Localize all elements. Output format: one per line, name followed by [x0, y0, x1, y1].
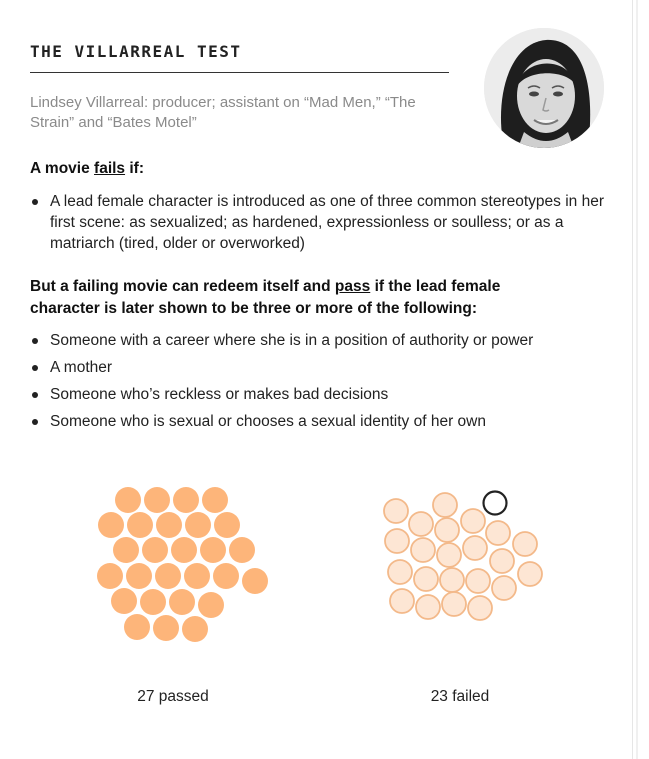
failed-dot: [465, 568, 491, 594]
failed-dot: [485, 520, 511, 546]
failed-dot: [441, 591, 467, 617]
subtitle: Lindsey Villarreal: producer; assistant …: [30, 94, 416, 131]
passed-dot: [169, 589, 195, 615]
passed-dot: [142, 537, 168, 563]
failed-dot-highlighted: [482, 490, 508, 516]
failed-dot: [408, 511, 434, 537]
pass-criteria-list: Someone with a career where she is in a …: [30, 330, 610, 432]
failed-dot: [384, 528, 410, 554]
passed-dot: [124, 614, 150, 640]
passed-dot: [184, 563, 210, 589]
list-item: Someone with a career where she is in a …: [30, 330, 610, 351]
failed-dot: [439, 567, 465, 593]
passed-dot: [156, 512, 182, 538]
portrait-photo: [484, 28, 604, 148]
page-edge-shadow: [636, 0, 638, 759]
failed-dot: [410, 537, 436, 563]
passed-dot: [111, 588, 137, 614]
list-item: A mother: [30, 357, 610, 378]
failed-dot: [460, 508, 486, 534]
pass-heading-prefix: But a failing movie can redeem itself an…: [30, 278, 335, 295]
failed-dot: [389, 588, 415, 614]
passed-dot: [198, 592, 224, 618]
failed-dot: [489, 548, 515, 574]
failed-dot: [462, 535, 488, 561]
passed-dot: [185, 512, 211, 538]
failed-cluster: [383, 490, 543, 621]
failed-dot: [383, 498, 409, 524]
passed-caption: 27 passed: [137, 688, 209, 705]
title-underline: [30, 72, 449, 73]
passed-dot: [97, 563, 123, 589]
passed-dot: [173, 487, 199, 513]
passed-dot: [113, 537, 139, 563]
passed-dot: [171, 537, 197, 563]
fail-criteria-list: A lead female character is introduced as…: [30, 191, 610, 254]
list-item: Someone who’s reckless or makes bad deci…: [30, 384, 610, 405]
passed-dot: [98, 512, 124, 538]
fails-heading-suffix: if:: [125, 160, 144, 177]
failed-caption: 23 failed: [430, 688, 490, 705]
failed-dot: [517, 561, 543, 587]
fails-heading-prefix: A movie: [30, 160, 95, 177]
failed-dot: [432, 492, 458, 518]
pass-keyword: pass: [334, 278, 371, 295]
passed-dot: [115, 487, 141, 513]
fails-heading: A movie fails if:: [30, 158, 144, 180]
failed-dot: [387, 559, 413, 585]
list-item: Someone who is sexual or chooses a sexua…: [30, 411, 610, 432]
page: THE VILLARREAL TEST Lindsey Villarreal: …: [0, 0, 649, 759]
passed-cluster: [97, 487, 268, 642]
passed-dot: [140, 589, 166, 615]
passed-dot: [200, 537, 226, 563]
failed-dot: [436, 542, 462, 568]
results-dot-clusters: [97, 487, 543, 642]
passed-dot: [153, 615, 179, 641]
portrait-illustration: [484, 28, 604, 148]
passed-dot: [144, 487, 170, 513]
page-title: THE VILLARREAL TEST: [30, 42, 242, 61]
passed-dot: [202, 487, 228, 513]
passed-dot: [126, 563, 152, 589]
pass-heading: But a failing movie can redeem itself an…: [30, 276, 570, 320]
passed-dot: [229, 537, 255, 563]
passed-dot: [214, 512, 240, 538]
failed-dot: [512, 531, 538, 557]
failed-dot: [413, 566, 439, 592]
failed-dot: [467, 595, 493, 621]
passed-dot: [155, 563, 181, 589]
passed-dot: [182, 616, 208, 642]
failed-dot: [415, 594, 441, 620]
passed-dot: [242, 568, 268, 594]
list-item: A lead female character is introduced as…: [30, 191, 610, 254]
failed-dot: [491, 575, 517, 601]
passed-dot: [127, 512, 153, 538]
passed-dot: [213, 563, 239, 589]
fails-keyword: fails: [94, 160, 126, 177]
page-edge-divider: [632, 0, 633, 759]
failed-dot: [434, 517, 460, 543]
